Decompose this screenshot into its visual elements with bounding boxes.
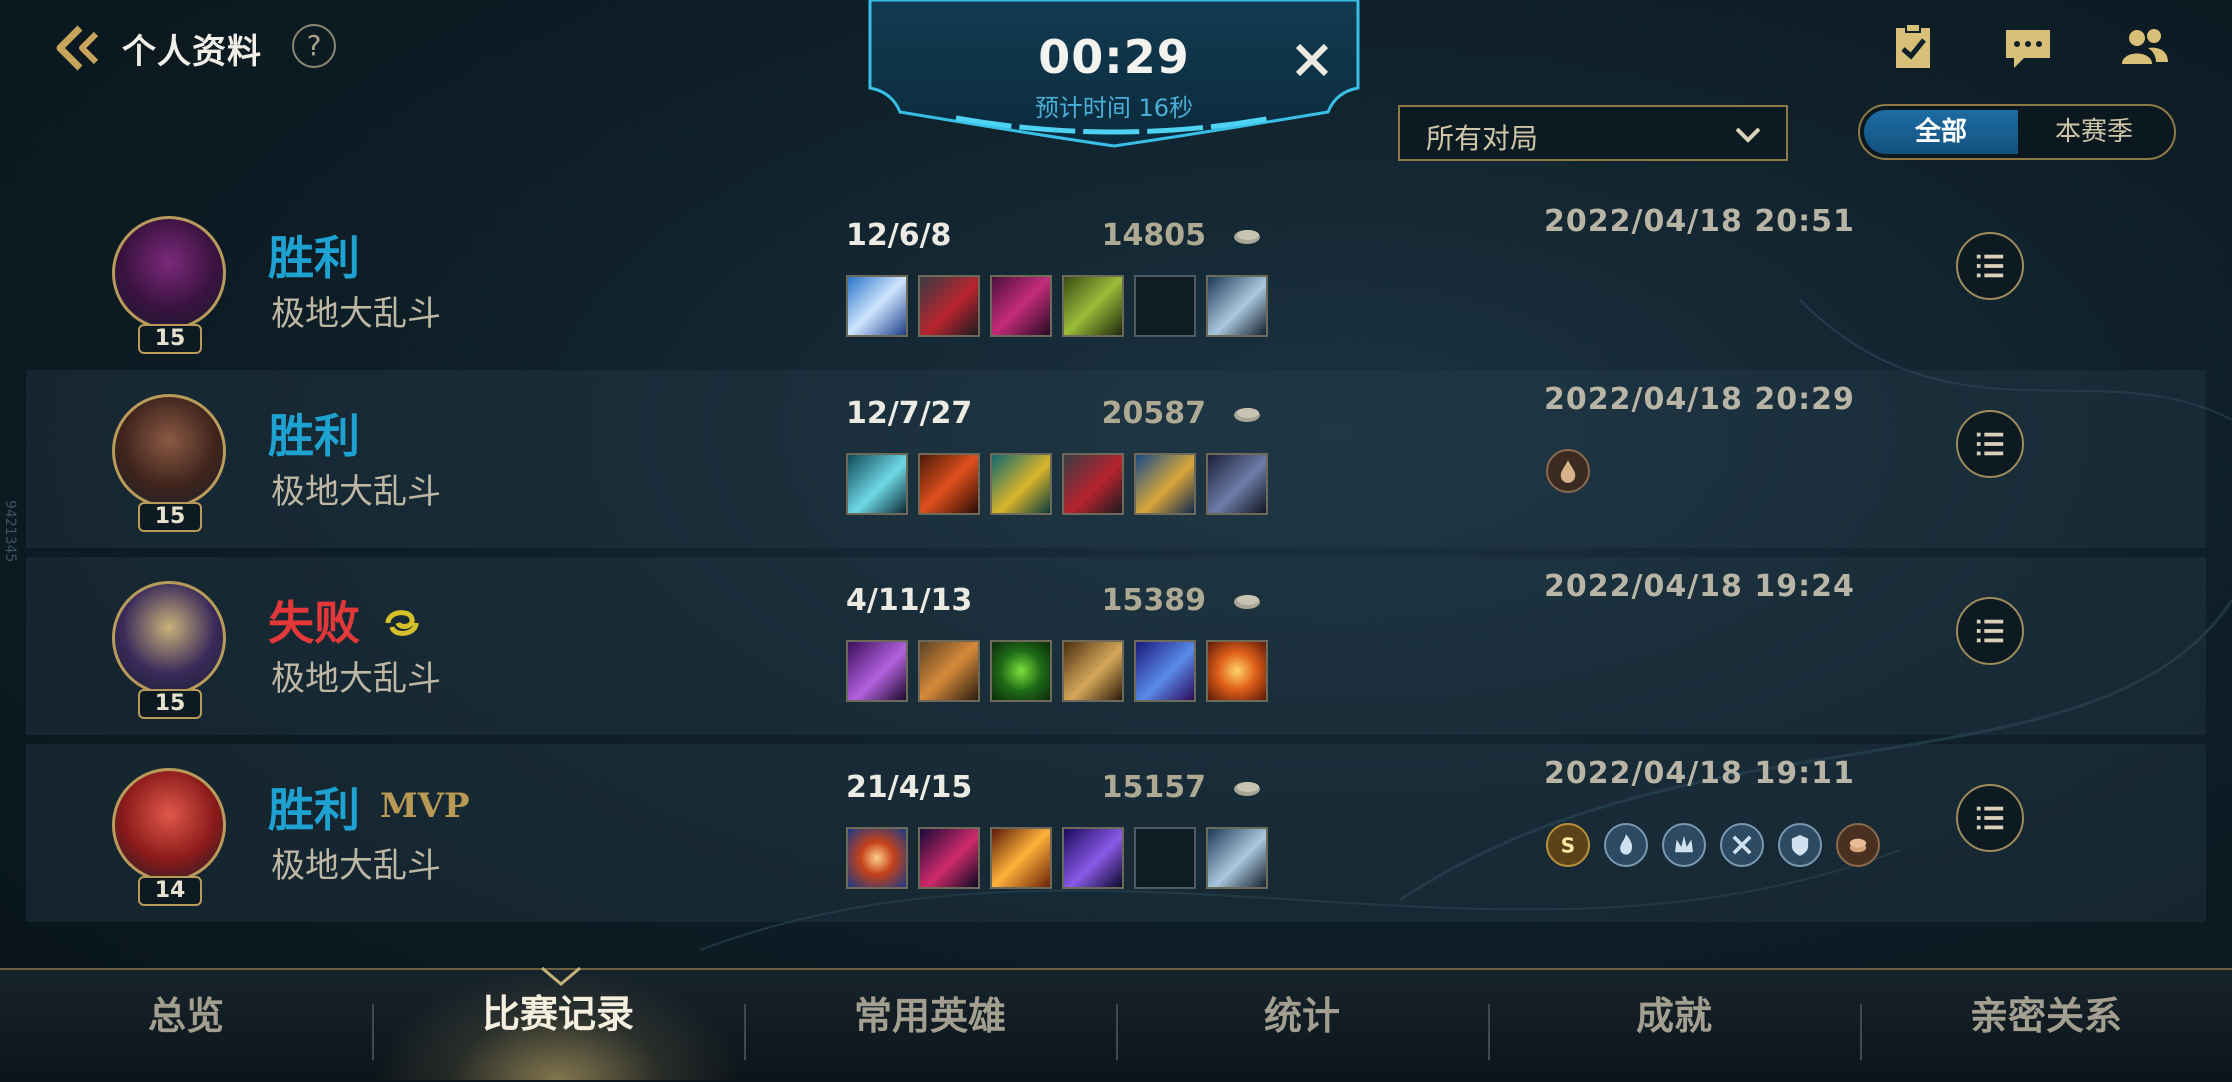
match-row[interactable]: 15 胜利 极地大乱斗 12/6/8 14805 2022/04/18 20:5…: [26, 192, 2206, 370]
blue-crown-medal-icon: [1662, 823, 1706, 867]
gold-earned: 20587: [1101, 396, 1206, 431]
season-segmented-control: 全部 本赛季: [1858, 104, 2176, 160]
tab-statistics[interactable]: 统计: [1116, 970, 1488, 1082]
match-row[interactable]: 15 胜利 极地大乱斗 12/7/27 20587 2022/04/18 20:…: [26, 370, 2206, 548]
item-slot-3[interactable]: [990, 640, 1052, 702]
match-date: 2022/04/18 20:29: [1544, 382, 1855, 417]
champion-level: 15: [138, 324, 202, 354]
item-slot-3[interactable]: [990, 275, 1052, 337]
chevron-down-icon: [1735, 127, 1761, 143]
champion-avatar: [112, 216, 226, 330]
bronze-coin-medal-icon: [1836, 823, 1880, 867]
kda: 21/4/15: [846, 770, 973, 805]
gold-coin-icon: [1234, 595, 1260, 609]
match-date: 2022/04/18 19:24: [1544, 569, 1855, 604]
item-slot-1[interactable]: [846, 453, 908, 515]
match-filter-value: 所有对局: [1426, 122, 1539, 155]
gold-earned: 14805: [1101, 218, 1206, 253]
side-build-tag: 9421345: [2, 500, 18, 563]
trinket-slot[interactable]: [1206, 453, 1268, 515]
bottom-tab-bar: 总览 常用英雄 统计 成就 亲密关系: [0, 968, 2232, 1082]
item-slot-4[interactable]: [1062, 275, 1124, 337]
chat-icon[interactable]: [2002, 22, 2054, 74]
game-mode: 极地大乱斗: [271, 659, 441, 699]
page-title: 个人资料: [122, 32, 262, 72]
champion-level: 14: [138, 876, 202, 906]
item-slot-4[interactable]: [1062, 827, 1124, 889]
mvp-badge: MVP: [380, 786, 470, 826]
tab-overview[interactable]: 总览: [0, 970, 372, 1082]
item-slot-2[interactable]: [918, 827, 980, 889]
match-result: 胜利: [268, 409, 360, 463]
match-date: 2022/04/18 20:51: [1544, 204, 1855, 239]
active-tab-caret-icon: [541, 966, 581, 986]
kda: 4/11/13: [846, 583, 973, 618]
tab-achievements[interactable]: 成就: [1488, 970, 1860, 1082]
item-slot-2[interactable]: [918, 453, 980, 515]
gold-coin-icon: [1234, 408, 1260, 422]
item-slot-1[interactable]: [846, 275, 908, 337]
blue-flame-medal-icon: [1604, 823, 1648, 867]
item-slot-2[interactable]: [918, 640, 980, 702]
queue-estimate: 预计时间 16秒: [1034, 94, 1194, 122]
item-slot-4[interactable]: [1062, 640, 1124, 702]
tab-frequent-champions[interactable]: 常用英雄: [744, 970, 1116, 1082]
trinket-slot[interactable]: [1206, 275, 1268, 337]
item-slot-3[interactable]: [990, 453, 1052, 515]
match-result: 胜利: [268, 231, 360, 285]
gold-earned: 15389: [1101, 583, 1206, 618]
match-row[interactable]: 15 失败 极地大乱斗 4/11/13 15389 2022/04/18 19:…: [26, 557, 2206, 735]
item-slot-5-empty[interactable]: [1134, 827, 1196, 889]
match-result: 胜利: [268, 783, 360, 837]
close-icon[interactable]: [1290, 38, 1334, 82]
kda: 12/7/27: [846, 396, 973, 431]
segment-all[interactable]: 全部: [1864, 110, 2018, 154]
gold-coin-icon: [1234, 230, 1260, 244]
item-slot-1[interactable]: [846, 640, 908, 702]
back-arrow-icon[interactable]: [50, 20, 106, 76]
champion-avatar: [112, 394, 226, 508]
kda: 12/6/8: [846, 218, 952, 253]
checklist-icon[interactable]: [1888, 22, 1940, 74]
blue-sword-medal-icon: [1720, 823, 1764, 867]
gold-coin-icon: [1234, 782, 1260, 796]
champion-avatar: [112, 768, 226, 882]
trinket-slot[interactable]: [1206, 640, 1268, 702]
gold-earned: 15157: [1101, 770, 1206, 805]
item-slot-5[interactable]: [1134, 453, 1196, 515]
match-result: 失败: [268, 596, 360, 650]
friends-icon[interactable]: [2118, 22, 2170, 74]
yellow-swirl-icon: [385, 610, 419, 636]
game-mode: 极地大乱斗: [271, 294, 441, 334]
match-details-button[interactable]: [1956, 597, 2024, 665]
item-slot-4[interactable]: [1062, 453, 1124, 515]
blue-shield-medal-icon: [1778, 823, 1822, 867]
match-filter-select[interactable]: 所有对局: [1398, 105, 1788, 161]
item-slot-3[interactable]: [990, 827, 1052, 889]
item-slot-2[interactable]: [918, 275, 980, 337]
segment-season[interactable]: 本赛季: [2018, 110, 2170, 154]
gold-s-medal-icon: S: [1546, 823, 1590, 867]
item-slot-5-empty[interactable]: [1134, 275, 1196, 337]
match-date: 2022/04/18 19:11: [1544, 756, 1855, 791]
game-mode: 极地大乱斗: [271, 846, 441, 886]
match-row[interactable]: 14 胜利 MVP 极地大乱斗 21/4/15 15157 2022/04/18…: [26, 744, 2206, 922]
match-details-button[interactable]: [1956, 784, 2024, 852]
help-icon[interactable]: ?: [292, 24, 336, 68]
tab-relationships[interactable]: 亲密关系: [1860, 970, 2232, 1082]
game-mode: 极地大乱斗: [271, 472, 441, 512]
item-slot-1[interactable]: [846, 827, 908, 889]
trinket-slot[interactable]: [1206, 827, 1268, 889]
item-slot-5[interactable]: [1134, 640, 1196, 702]
champion-avatar: [112, 581, 226, 695]
queue-time: 00:29: [1038, 30, 1190, 84]
champion-level: 15: [138, 689, 202, 719]
bronze-drop-medal-icon: [1546, 449, 1590, 493]
match-details-button[interactable]: [1956, 232, 2024, 300]
match-details-button[interactable]: [1956, 410, 2024, 478]
champion-level: 15: [138, 502, 202, 532]
svg-text:S: S: [1561, 833, 1575, 857]
